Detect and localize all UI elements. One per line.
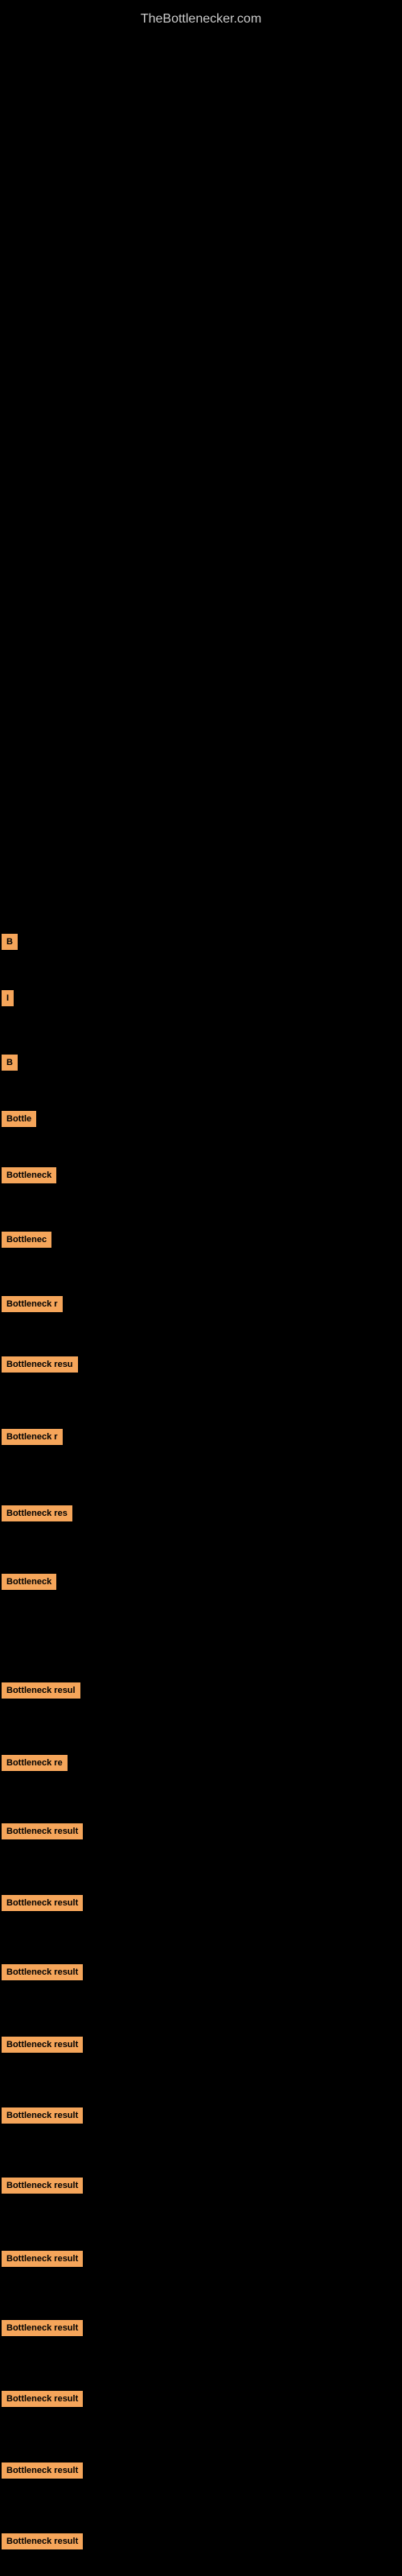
bottleneck-item: Bottleneck: [2, 1167, 56, 1185]
bottleneck-item: Bottleneck result: [2, 2462, 83, 2480]
bottleneck-item: Bottleneck result: [2, 2107, 83, 2125]
bottleneck-item: Bottleneck resu: [2, 1356, 78, 1374]
bottleneck-item: Bottleneck re: [2, 1755, 68, 1773]
bottleneck-item: Bottleneck result: [2, 2391, 83, 2409]
bottleneck-item: Bottleneck result: [2, 2178, 83, 2195]
bottleneck-item: Bottleneck result: [2, 2533, 83, 2551]
bottleneck-item: I: [2, 990, 14, 1008]
bottleneck-item: Bottleneck r: [2, 1296, 63, 1314]
bottleneck-item: Bottleneck result: [2, 2251, 83, 2268]
bottleneck-item: Bottleneck: [2, 1574, 56, 1591]
bottleneck-item: B: [2, 1055, 18, 1072]
bottleneck-item: Bottleneck result: [2, 2037, 83, 2054]
bottleneck-item: Bottleneck result: [2, 2320, 83, 2338]
bottleneck-item: Bottlenec: [2, 1232, 51, 1249]
bottleneck-item: Bottle: [2, 1111, 36, 1129]
bottleneck-item: Bottleneck res: [2, 1505, 72, 1523]
bottleneck-item: Bottleneck result: [2, 1823, 83, 1841]
bottleneck-item: Bottleneck r: [2, 1429, 63, 1447]
bottleneck-item: Bottleneck result: [2, 1964, 83, 1982]
bottleneck-item: Bottleneck resul: [2, 1682, 80, 1700]
site-title: TheBottlenecker.com: [0, 4, 402, 35]
bottleneck-item: B: [2, 934, 18, 952]
bottleneck-item: Bottleneck result: [2, 1895, 83, 1913]
